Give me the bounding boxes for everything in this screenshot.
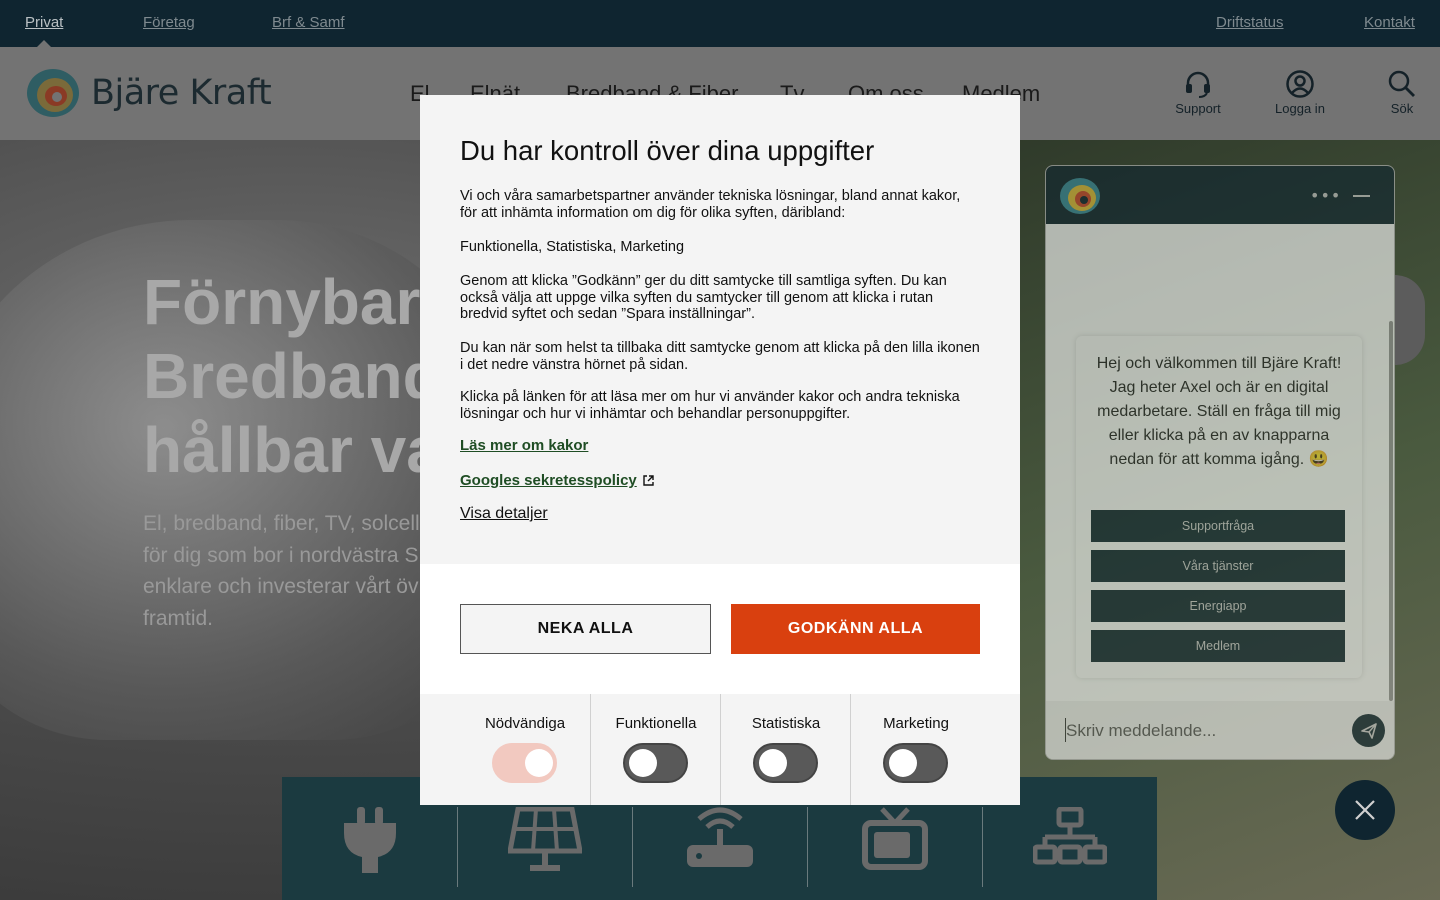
search-button[interactable]: Sök	[1362, 69, 1440, 116]
consent-text: Genom att klicka ”Godkänn” ger du ditt s…	[460, 273, 947, 322]
chat-avatar-icon	[1060, 178, 1100, 214]
consent-intro: Vi och våra samarbetspartner använder te…	[460, 188, 961, 221]
google-privacy-link-label: Googles sekretesspolicy	[460, 472, 637, 489]
hero-title-line-2: Bredband	[143, 340, 442, 412]
chat-quick-reply-supportfraga[interactable]: Supportfråga	[1091, 510, 1345, 542]
toggle-functional[interactable]	[623, 743, 688, 783]
topbar-link-brf-samf[interactable]: Brf & Samf	[272, 14, 345, 31]
hero-title-line-1: Förnybar	[143, 266, 421, 338]
accept-all-button[interactable]: GODKÄNN ALLA	[731, 604, 980, 654]
service-solcell[interactable]	[457, 807, 632, 887]
toggle-label-marketing: Marketing	[883, 715, 949, 732]
search-label: Sök	[1390, 101, 1414, 116]
show-details-link[interactable]: Visa detaljer	[460, 505, 548, 523]
consent-more-text: Klicka på länken för att läsa mer om hur…	[460, 389, 960, 422]
hero-title-line-3: hållbar va	[143, 414, 442, 486]
consent-actions: NEKA ALLA GODKÄNN ALLA	[420, 564, 1020, 694]
chat-message: Hej och välkommen till Bjäre Kraft! Jag …	[1076, 336, 1362, 678]
toggle-label-necessary: Nödvändiga	[484, 715, 566, 732]
toggle-label-statistics: Statistiska	[751, 715, 821, 732]
active-indicator	[37, 40, 51, 47]
service-el[interactable]	[282, 807, 457, 887]
chat-message-input[interactable]	[1066, 719, 1336, 743]
chat-menu-icon[interactable]: •••	[1310, 186, 1341, 205]
solar-panel-icon	[508, 807, 582, 871]
service-bredband[interactable]	[632, 807, 807, 887]
user-icon	[1286, 70, 1314, 98]
cookies-info-link[interactable]: Läs mer om kakor	[460, 437, 588, 454]
chat-close-button[interactable]	[1335, 780, 1395, 840]
toggle-knob	[629, 749, 657, 777]
topbar-link-privat[interactable]: Privat	[25, 14, 63, 31]
chat-composer	[1046, 701, 1394, 759]
toggle-label-functional: Funktionella	[615, 715, 697, 732]
toggle-necessary[interactable]	[492, 743, 557, 783]
topbar-link-kontakt[interactable]: Kontakt	[1364, 14, 1415, 31]
hero-title: Förnybar Bredband hållbar va	[143, 265, 443, 487]
chat-greeting: Hej och välkommen till Bjäre Kraft! Jag …	[1096, 355, 1342, 468]
headset-icon	[1186, 71, 1210, 98]
brand-name: Bjäre Kraft	[91, 73, 272, 113]
toggle-group-functional: Funktionella	[590, 694, 720, 805]
toggle-group-marketing: Marketing	[850, 694, 980, 805]
hero-lead: El, bredband, fiber, TV, solcell för dig…	[143, 512, 420, 630]
toggle-statistics[interactable]	[753, 743, 818, 783]
consent-withdraw-text: Du kan när som helst ta tillbaka ditt sa…	[460, 340, 980, 373]
chat-scrollbar[interactable]	[1389, 321, 1393, 701]
tv-icon	[862, 807, 928, 870]
top-bar: Privat Företag Brf & Samf Driftstatus Ko…	[0, 0, 1440, 47]
brand-logo-icon	[27, 69, 79, 117]
chat-quick-reply-energiapp[interactable]: Energiapp	[1091, 590, 1345, 622]
toggle-knob	[889, 749, 917, 777]
router-icon	[687, 807, 753, 867]
network-icon	[1033, 807, 1107, 865]
toggle-marketing[interactable]	[883, 743, 948, 783]
cookie-consent-dialog: Du har kontroll över dina uppgifter Vi o…	[420, 95, 1020, 805]
chat-minimize-icon[interactable]	[1353, 195, 1370, 197]
plug-icon	[343, 807, 396, 873]
toggle-group-necessary: Nödvändiga	[460, 694, 590, 805]
chat-send-button[interactable]	[1352, 714, 1385, 747]
consent-toggles: Nödvändiga Funktionella Statistiska Mark…	[460, 694, 980, 805]
toggle-group-statistics: Statistiska	[720, 694, 850, 805]
chat-quick-reply-medlem[interactable]: Medlem	[1091, 630, 1345, 662]
service-tv[interactable]	[807, 807, 982, 887]
consent-title: Du har kontroll över dina uppgifter	[460, 135, 875, 166]
consent-purposes: Funktionella, Statistiska, Marketing	[460, 239, 685, 255]
google-privacy-link[interactable]: Googles sekretesspolicy	[460, 472, 654, 489]
topbar-link-driftstatus[interactable]: Driftstatus	[1216, 14, 1284, 31]
chat-widget: ••• Hej och välkommen till Bjäre Kraft! …	[1045, 165, 1395, 760]
login-button[interactable]: Logga in	[1260, 69, 1340, 116]
send-icon	[1360, 722, 1377, 739]
topbar-link-foretag[interactable]: Företag	[143, 14, 195, 31]
external-link-icon	[643, 475, 654, 486]
chat-header: •••	[1046, 166, 1394, 224]
search-icon	[1388, 70, 1415, 97]
support-label: Support	[1175, 101, 1221, 116]
close-icon	[1355, 800, 1375, 820]
login-label: Logga in	[1275, 101, 1325, 116]
support-button[interactable]: Support	[1158, 69, 1238, 116]
service-fiber[interactable]	[982, 807, 1157, 887]
toggle-knob	[525, 749, 553, 777]
toggle-knob	[759, 749, 787, 777]
brand-logo[interactable]: Bjäre Kraft	[25, 67, 275, 119]
deny-all-button[interactable]: NEKA ALLA	[460, 604, 711, 654]
chat-quick-reply-vara-tjanster[interactable]: Våra tjänster	[1091, 550, 1345, 582]
